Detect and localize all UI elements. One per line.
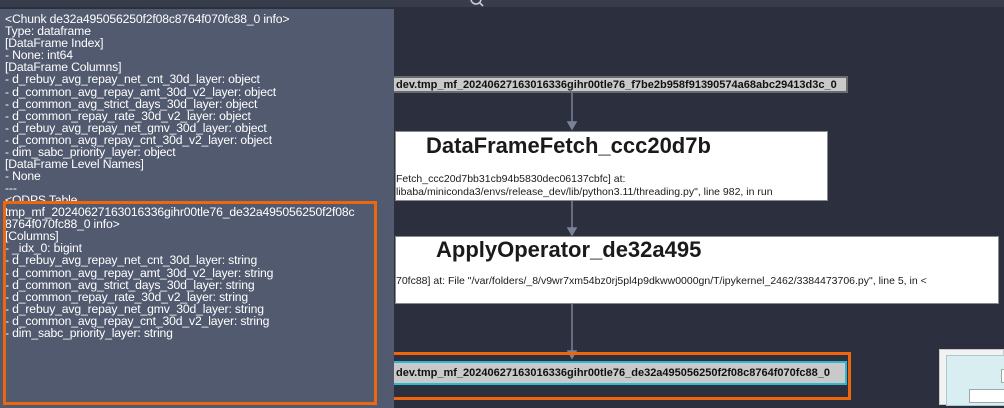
tooltip-line: - d_common_avg_strict_days_30d_layer: ob… [5, 96, 258, 111]
tooltip-line: - None [5, 169, 41, 184]
graph-node-dataframe-fetch[interactable]: DataFrameFetch_ccc20d7b Fetch_ccc20d7bb3… [395, 131, 828, 201]
node-title: ApplyOperator_de32a495 [436, 237, 702, 262]
node-label: dev.tmp_mf_20240627163016336gihr00tle76_… [396, 79, 837, 91]
tooltip-line: - d_common_avg_repay_amt_30d_v2_layer: o… [5, 84, 277, 99]
highlight-box-result-table [380, 352, 851, 400]
graph-canvas[interactable]: dev.tmp_mf_20240627163016336gihr00tle76_… [0, 0, 1004, 408]
tooltip-line: [DataFrame Level Names] [5, 157, 144, 172]
highlight-box-odps-info [3, 201, 377, 405]
graph-minimap[interactable] [939, 349, 1004, 406]
minimap-node [969, 389, 1004, 403]
tooltip-line: - d_rebuy_avg_repay_net_cnt_30d_layer: o… [5, 72, 260, 87]
node-title: DataFrameFetch_ccc20d7b [426, 133, 711, 158]
node-detail-line: libaba/miniconda3/envs/release_dev/lib/p… [396, 186, 773, 198]
node-detail-line: 70fc88] at: File "/var/folders/_8/v9wr7x… [396, 275, 927, 287]
edge-arrowhead [566, 121, 578, 131]
graph-node-source-table[interactable]: dev.tmp_mf_20240627163016336gihr00tle76_… [392, 76, 848, 93]
chunk-info-text: <Chunk de32a495056250f2f08c8764f070fc88_… [5, 13, 391, 195]
edge-arrowhead [566, 227, 578, 237]
chunk-info-tooltip: <Chunk de32a495056250f2f08c8764f070fc88_… [0, 9, 394, 408]
node-detail-line: Fetch_ccc20d7bb31cb94b5830dec06137cbfc] … [396, 173, 626, 185]
graph-node-apply-operator[interactable]: ApplyOperator_de32a495 70fc88] at: File … [395, 236, 999, 304]
minimap-viewport[interactable] [946, 355, 1004, 406]
